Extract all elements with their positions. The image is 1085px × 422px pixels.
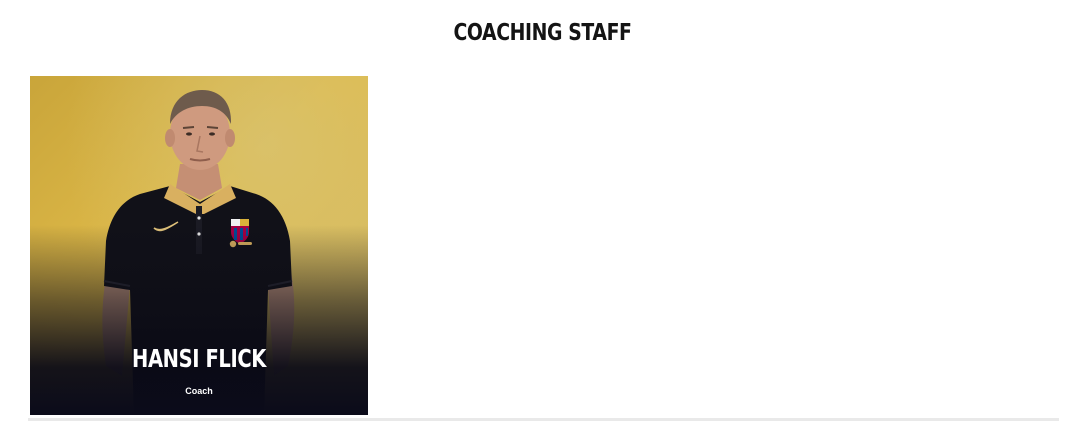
staff-grid: HANSI FLICK Coach [30, 76, 368, 415]
divider [28, 418, 1059, 421]
staff-role: Coach [185, 386, 213, 396]
staff-card-hansi-flick[interactable]: HANSI FLICK Coach [30, 76, 368, 415]
section-title: COACHING STAFF [453, 20, 632, 46]
coaching-staff-page: COACHING STAFF HANSI FLICK Coach [0, 0, 1085, 422]
staff-name: HANSI FLICK [132, 344, 266, 373]
